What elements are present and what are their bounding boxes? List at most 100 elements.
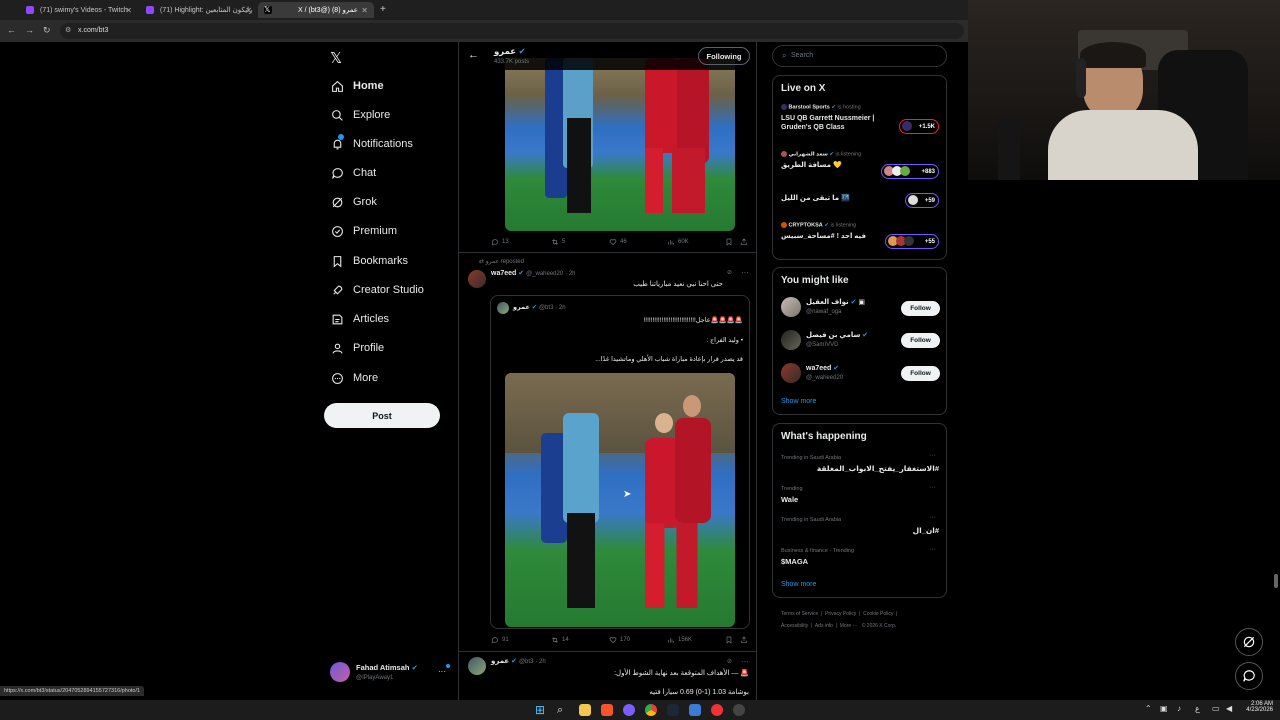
nav-explore[interactable]: Explore [330, 106, 390, 124]
network-icon[interactable]: ▭ [1212, 704, 1220, 713]
avatar[interactable] [781, 363, 801, 383]
share-action[interactable] [740, 636, 751, 644]
quote-card[interactable]: عمرو ✔ @bt3 · 2h 🚨🚨🚨🚨عاجل!!!!!!!!!!!!!!!… [490, 295, 750, 629]
steam-icon[interactable] [667, 704, 679, 716]
show-more-link[interactable]: Show more [781, 581, 816, 588]
trend-name[interactable]: #الاستغفار_يفتح_الابواب_المغلقة [781, 464, 939, 473]
obs-icon[interactable] [733, 704, 745, 716]
close-icon[interactable]: ✕ [361, 6, 368, 15]
clock[interactable]: 2:06 AM 4/23/2026 [1243, 701, 1273, 713]
listener-pill[interactable]: +59 [905, 193, 939, 208]
reply-action[interactable]: 13 [491, 238, 509, 246]
more-icon[interactable]: ··· [741, 657, 749, 666]
brave-icon[interactable] [601, 704, 613, 716]
app-icon[interactable] [711, 704, 723, 716]
trend-more-icon[interactable]: ··· [929, 484, 936, 491]
trend-more-icon[interactable]: ··· [929, 546, 936, 553]
views-action[interactable]: 60K [667, 238, 689, 246]
nav-bookmarks[interactable]: Bookmarks [330, 252, 408, 270]
windows-start-icon[interactable]: ⊞ [535, 704, 547, 716]
follow-button[interactable]: Follow [901, 366, 940, 381]
trend-name[interactable]: Wale [781, 495, 798, 504]
trend-more-icon[interactable]: ··· [929, 514, 936, 521]
footer-link[interactable]: Privacy Policy [825, 611, 856, 617]
nav-more[interactable]: More [330, 369, 378, 387]
browser-tab-twitch[interactable]: (71) swimy's Videos - Twitch ✕ [20, 2, 138, 18]
taskbar-search-icon[interactable]: ⌕ [557, 704, 569, 716]
file-explorer-icon[interactable] [579, 704, 591, 716]
reply-action[interactable]: 91 [491, 636, 509, 644]
more-icon[interactable]: ··· [741, 268, 749, 277]
avatar[interactable] [781, 330, 801, 350]
keyboard-language[interactable]: ع [1195, 704, 1200, 713]
avatar[interactable] [781, 297, 801, 317]
account-switcher[interactable]: Fahad Atimsah ✔ @IPlayAway1 ··· [330, 661, 452, 685]
listener-pill[interactable]: +1.5K [899, 119, 939, 134]
forward-icon[interactable]: → [25, 25, 34, 35]
nav-notifications[interactable]: Notifications [330, 134, 413, 153]
like-action[interactable]: 170 [609, 636, 630, 644]
follow-button[interactable]: Follow [901, 333, 940, 348]
bookmark-action[interactable] [725, 636, 736, 644]
microphone-icon[interactable]: ♪ [1177, 704, 1181, 713]
grok-icon[interactable]: ⊘ [727, 269, 732, 276]
listener-pill[interactable]: +883 [881, 164, 939, 179]
reload-icon[interactable]: ↻ [43, 25, 51, 36]
search-input[interactable]: ⌕ Search [772, 45, 947, 67]
views-action[interactable]: 156K [667, 636, 692, 644]
browser-tab-highlight[interactable]: (71) Highlight: رايكون المتابعين ✕ [140, 2, 258, 18]
quote-image[interactable]: ➤ [505, 373, 735, 627]
footer-link[interactable]: Ads info [815, 623, 833, 629]
nav-grok[interactable]: Grok [330, 193, 377, 211]
x-logo-icon[interactable]: 𝕏 [330, 49, 342, 67]
post-author[interactable]: wa7eed ✔ @_waheed20 · 2h [491, 269, 576, 277]
trend-name[interactable]: $MAGA [781, 557, 808, 566]
avatar[interactable] [468, 657, 486, 675]
post-button[interactable]: Post [324, 403, 440, 428]
grok-icon[interactable]: ⊘ [727, 658, 732, 665]
live-title[interactable]: ما تبقى من الليل 🌃 [781, 194, 850, 202]
listener-pill[interactable]: +55 [885, 234, 939, 249]
bookmark-action[interactable] [725, 238, 736, 246]
account-more-icon[interactable]: ··· [438, 667, 446, 676]
tray-chevron-icon[interactable]: ⌃ [1145, 704, 1152, 713]
nav-articles[interactable]: Articles [330, 310, 389, 328]
show-more-link[interactable]: Show more [781, 398, 816, 405]
like-action[interactable]: 46 [609, 238, 627, 246]
app-icon[interactable] [689, 704, 701, 716]
footer-link[interactable]: Cookie Policy [863, 611, 893, 617]
repost-action[interactable]: 14 [551, 636, 569, 644]
nav-profile[interactable]: Profile [330, 339, 384, 357]
user-name[interactable]: سامي بن فيصل ✔ [806, 331, 868, 339]
site-info-icon[interactable]: ⚙ [65, 26, 71, 34]
close-icon[interactable]: ✕ [245, 6, 252, 15]
footer-link[interactable]: Accessibility [781, 623, 808, 629]
back-arrow-icon[interactable]: ← [468, 49, 479, 61]
chrome-icon[interactable] [645, 704, 657, 716]
share-action[interactable] [740, 238, 751, 246]
post-author[interactable]: عمرو ✔ @bt3 · 2h [491, 657, 546, 665]
messages-float-button[interactable] [1235, 662, 1263, 690]
new-tab-button[interactable]: + [380, 4, 386, 15]
post-image[interactable] [505, 58, 735, 231]
footer-link[interactable]: Terms of Service [781, 611, 818, 617]
tray-app-icon[interactable]: ▣ [1160, 704, 1168, 713]
browser-tab-x[interactable]: 𝕏 X / (bt3@) عمرو (8) ✕ [258, 2, 374, 18]
nav-premium[interactable]: Premium [330, 222, 397, 240]
nav-creator-studio[interactable]: Creator Studio [330, 281, 424, 299]
back-icon[interactable]: ← [7, 25, 16, 35]
nav-home[interactable]: Home [330, 77, 384, 95]
user-name[interactable]: wa7eed ✔ [806, 364, 839, 372]
volume-icon[interactable]: ◀ [1226, 704, 1232, 713]
trend-name[interactable]: #ان_ال [781, 526, 939, 535]
grok-float-button[interactable] [1235, 628, 1263, 656]
nav-chat[interactable]: Chat [330, 164, 376, 182]
footer-link[interactable]: More ··· [840, 623, 858, 629]
avatar[interactable] [468, 270, 486, 288]
close-icon[interactable]: ✕ [125, 6, 132, 15]
url-field[interactable]: ⚙ x.com/bt3 [60, 23, 964, 39]
repost-action[interactable]: 5 [551, 238, 565, 246]
user-name[interactable]: نواف العقيل ✔ ▣ [806, 298, 865, 306]
scrollbar-thumb[interactable] [1274, 574, 1278, 588]
discord-icon[interactable] [623, 704, 635, 716]
